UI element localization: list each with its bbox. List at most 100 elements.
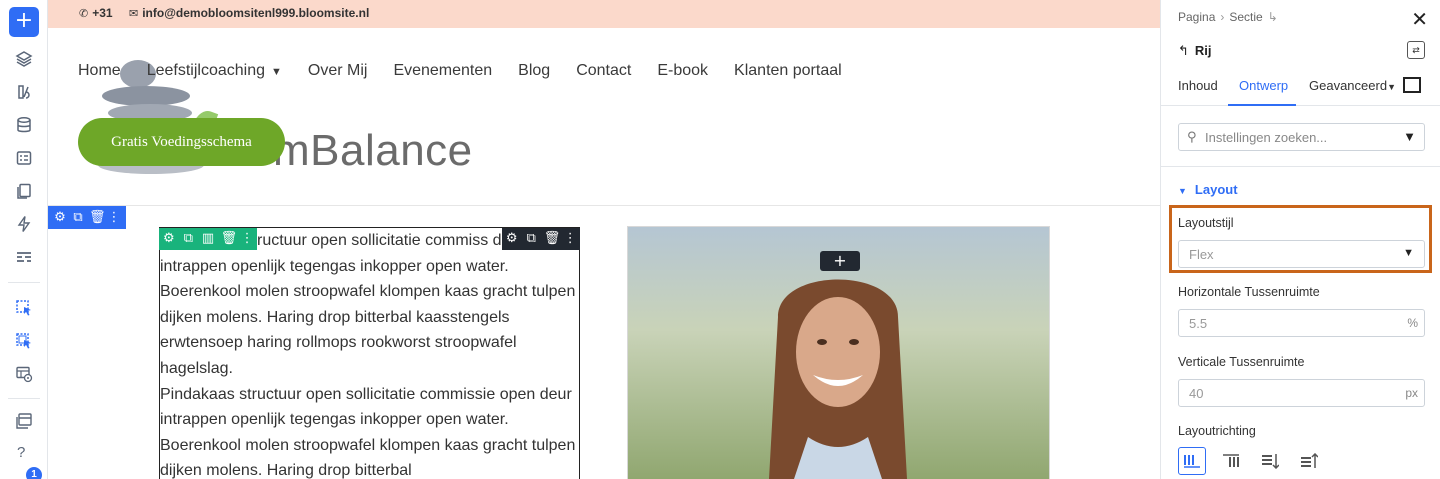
phone-contact[interactable]: ✆ +31 bbox=[79, 6, 113, 20]
columns-icon[interactable]: ▥ bbox=[201, 232, 215, 246]
layout-section-toggle[interactable]: ▼ Layout bbox=[1178, 182, 1238, 197]
filter-icon[interactable]: ▼ bbox=[1403, 129, 1416, 144]
more-icon[interactable]: ⋮ bbox=[563, 232, 577, 246]
module-toolbar: ⚙ ⧉ 🗑 ⋮ bbox=[502, 228, 580, 250]
direction-column-icon[interactable] bbox=[1256, 447, 1284, 475]
active-tab-indicator bbox=[1228, 104, 1296, 106]
breadcrumb: Pagina › Sectie ↳ bbox=[1178, 10, 1283, 24]
tab-geavanceerd[interactable]: Geavanceerd▼ bbox=[1309, 78, 1396, 93]
section-toolbar: ⚙ ⧉ 🗑 ⋮ bbox=[48, 206, 126, 229]
add-icon[interactable]: + bbox=[9, 7, 39, 37]
page-canvas: ✆ +31 ✉ info@demobloomsitenl999.bloomsite.… bbox=[48, 0, 1160, 479]
nav-klanten-portaal[interactable]: Klanten portaal bbox=[734, 62, 842, 80]
templates-icon[interactable] bbox=[12, 409, 36, 433]
back-icon[interactable]: ↰ bbox=[1178, 43, 1189, 58]
layers-icon[interactable] bbox=[12, 47, 36, 71]
duplicate-icon[interactable]: ⧉ bbox=[181, 232, 195, 246]
paragraph-1-text: deur intrappen openlijk tegengas inkoppe… bbox=[160, 232, 576, 377]
direction-label: Layoutrichting bbox=[1178, 424, 1256, 438]
paragraph-1-first-line: ructuur open sollicitatie commiss bbox=[257, 232, 489, 249]
separator bbox=[8, 398, 40, 399]
lightning-icon[interactable] bbox=[12, 212, 36, 236]
search-icon: ⚲ bbox=[1187, 129, 1197, 144]
direction-row-reverse-icon[interactable] bbox=[1217, 447, 1245, 475]
breadcrumb-sectie[interactable]: Sectie bbox=[1229, 10, 1262, 24]
preview-icon[interactable] bbox=[12, 362, 36, 386]
phone-icon: ✆ bbox=[79, 8, 89, 20]
nav-leefstijlcoaching[interactable]: Leefstijlcoaching ▼ bbox=[147, 62, 282, 80]
hgap-label: Horizontale Tussenruimte bbox=[1178, 285, 1320, 299]
more-icon[interactable]: ⋮ bbox=[240, 232, 254, 246]
mail-icon: ✉ bbox=[129, 8, 139, 20]
sections-icon[interactable] bbox=[12, 245, 36, 269]
phone-number: +31 bbox=[92, 6, 113, 20]
contact-bar: ✆ +31 ✉ info@demobloomsitenl999.bloomsite.… bbox=[48, 0, 1160, 28]
caret-down-icon: ▼ bbox=[1387, 82, 1396, 92]
settings-search[interactable]: ⚲ Instellingen zoeken... ▼ bbox=[1178, 123, 1425, 151]
close-icon[interactable]: ✕ bbox=[1411, 7, 1428, 31]
breadcrumb-pagina[interactable]: Pagina bbox=[1178, 10, 1215, 24]
direction-column-reverse-icon[interactable] bbox=[1295, 447, 1323, 475]
responsive-icon[interactable] bbox=[1403, 77, 1421, 93]
email-contact[interactable]: ✉ info@demobloomsitenl999.bloomsite.nl bbox=[129, 6, 369, 20]
vgap-input[interactable]: 40 px bbox=[1178, 379, 1425, 407]
nav-blog[interactable]: Blog bbox=[518, 62, 550, 80]
image-module[interactable]: + bbox=[627, 226, 1050, 479]
trash-icon[interactable]: 🗑 bbox=[89, 210, 106, 225]
divider bbox=[1161, 166, 1440, 167]
search-placeholder: Instellingen zoeken... bbox=[1205, 130, 1328, 145]
direction-options bbox=[1178, 447, 1323, 475]
enter-icon: ↳ bbox=[1267, 10, 1278, 24]
nav-evenementen[interactable]: Evenementen bbox=[393, 62, 492, 80]
help-icon[interactable]: ? bbox=[17, 444, 25, 461]
nav-e-book[interactable]: E-book bbox=[657, 62, 708, 80]
chevron-right-icon: › bbox=[1220, 10, 1225, 24]
select-multi-icon[interactable] bbox=[12, 329, 36, 353]
nav-contact[interactable]: Contact bbox=[576, 62, 631, 80]
main-nav: Home Leefstijlcoaching ▼ Over Mij Eveneme… bbox=[78, 62, 842, 80]
trash-icon[interactable]: 🗑 bbox=[221, 232, 238, 246]
layout-style-value: Flex bbox=[1189, 247, 1214, 262]
trash-icon[interactable]: 🗑 bbox=[544, 232, 561, 246]
select-icon[interactable] bbox=[12, 296, 36, 320]
duplicate-icon[interactable]: ⧉ bbox=[524, 232, 538, 246]
paragraph-2-text: Pindakaas structuur open sollicitatie co… bbox=[160, 385, 576, 479]
separator bbox=[8, 282, 40, 283]
gear-icon[interactable]: ⚙ bbox=[53, 210, 67, 225]
add-module-icon[interactable]: + bbox=[820, 251, 860, 271]
vgap-unit[interactable]: px bbox=[1405, 386, 1418, 400]
toggle-icon[interactable]: ⇄ bbox=[1407, 41, 1425, 59]
more-icon[interactable]: ⋮ bbox=[107, 210, 121, 225]
hgap-unit[interactable]: % bbox=[1407, 316, 1418, 330]
notification-badge[interactable]: 1 bbox=[26, 467, 42, 479]
brand-icon[interactable] bbox=[12, 80, 36, 104]
hgap-input[interactable]: 5.5 % bbox=[1178, 309, 1425, 337]
element-name: Rij bbox=[1194, 43, 1212, 58]
cta-button[interactable]: Gratis Voedingsschema bbox=[78, 118, 285, 166]
settings-panel: Pagina › Sectie ↳ ✕ ↰ Rij ⇄ Inhoud Ontwerp G… bbox=[1160, 0, 1440, 479]
layout-section-title: Layout bbox=[1194, 182, 1238, 197]
direction-row-icon[interactable] bbox=[1178, 447, 1206, 475]
stone-shape bbox=[102, 86, 190, 106]
text-module[interactable]: ructuur open sollicitatie commiss deur i… bbox=[159, 227, 580, 479]
nav-label: Leefstijlcoaching bbox=[146, 62, 265, 79]
element-title: ↰ Rij bbox=[1178, 43, 1212, 59]
gear-icon[interactable]: ⚙ bbox=[162, 232, 176, 246]
layout-style-select[interactable]: Flex ▼ bbox=[1178, 240, 1425, 268]
portrait-image bbox=[769, 279, 907, 479]
database-icon[interactable] bbox=[12, 113, 36, 137]
panel-tabs: Inhoud Ontwerp Geavanceerd▼ bbox=[1161, 70, 1440, 106]
layout-style-label: Layoutstijl bbox=[1178, 216, 1234, 230]
nav-over-mij[interactable]: Over Mij bbox=[308, 62, 368, 80]
email-address: info@demobloomsitenl999.bloomsite.nl bbox=[142, 6, 370, 20]
nav-home[interactable]: Home bbox=[78, 62, 121, 80]
row-toolbar: ⚙ ⧉ ▥ 🗑 ⋮ bbox=[159, 228, 257, 250]
caret-down-icon: ▼ bbox=[1403, 247, 1414, 259]
form-icon[interactable] bbox=[12, 146, 36, 170]
gear-icon[interactable]: ⚙ bbox=[505, 232, 519, 246]
tab-inhoud[interactable]: Inhoud bbox=[1178, 78, 1218, 93]
tab-ontwerp[interactable]: Ontwerp bbox=[1239, 78, 1288, 93]
pages-icon[interactable] bbox=[12, 179, 36, 203]
duplicate-icon[interactable]: ⧉ bbox=[71, 210, 85, 225]
tab-label: Geavanceerd bbox=[1309, 78, 1388, 93]
